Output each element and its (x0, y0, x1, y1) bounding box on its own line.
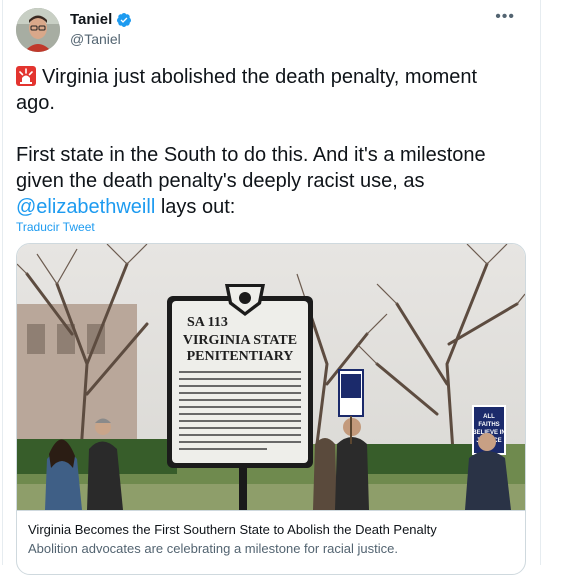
right-border (540, 0, 541, 565)
verified-badge-icon (117, 12, 132, 27)
translate-tweet-link[interactable]: Traducir Tweet (16, 220, 95, 234)
siren-icon (16, 66, 36, 86)
tweet-paragraph-1: Virginia just abolished the death penalt… (16, 64, 521, 116)
protest-sign-line-1: ALL (483, 414, 495, 420)
author-display-name[interactable]: Taniel (70, 11, 112, 28)
avatar-image (16, 8, 60, 52)
marker-id: SA 113 (187, 315, 228, 330)
author-handle[interactable]: @Taniel (70, 31, 121, 47)
left-border (2, 0, 3, 565)
link-card-body[interactable]: Virginia Becomes the First Southern Stat… (17, 510, 525, 567)
protest-sign-line-2: FAITHS (478, 422, 499, 428)
link-card-image: SA 113 VIRGINIA STATE PENITENTIARY ALL F… (17, 244, 525, 510)
author-name-row[interactable]: Taniel (70, 11, 132, 28)
mention-link[interactable]: @elizabethweill (16, 196, 155, 218)
tweet-text: Virginia just abolished the death penalt… (16, 64, 521, 220)
link-card[interactable]: SA 113 VIRGINIA STATE PENITENTIARY ALL F… (16, 243, 526, 575)
tweet-paragraph-1-text: Virginia just abolished the death penalt… (16, 66, 478, 114)
link-card-title[interactable]: Virginia Becomes the First Southern Stat… (28, 521, 514, 538)
more-horizontal-icon[interactable]: ••• (495, 8, 515, 26)
marker-title-2: PENITENTIARY (187, 349, 294, 364)
link-card-description: Abolition advocates are celebrating a mi… (28, 541, 398, 556)
marker-title-1: VIRGINIA STATE (183, 333, 297, 348)
tweet-paragraph-2-suffix: lays out: (155, 196, 236, 218)
tweet-paragraph-2-prefix: First state in the South to do this. And… (16, 144, 486, 192)
avatar[interactable] (16, 8, 60, 52)
tweet-paragraph-2: First state in the South to do this. And… (16, 142, 521, 220)
